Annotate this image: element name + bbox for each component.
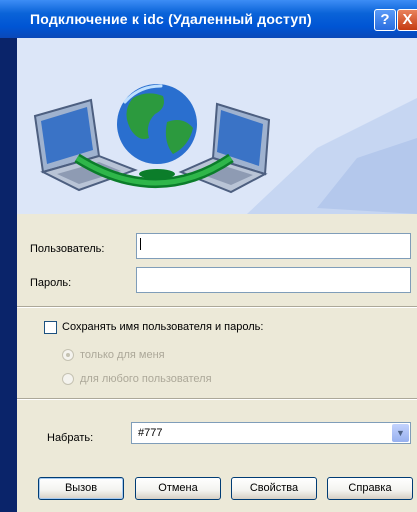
dial-label: Набрать: xyxy=(47,432,94,444)
cancel-button[interactable]: Отмена xyxy=(135,477,221,500)
divider xyxy=(17,398,417,400)
password-field[interactable] xyxy=(136,267,411,293)
properties-button[interactable]: Свойства xyxy=(231,477,317,500)
close-icon: X xyxy=(402,11,413,28)
radio-anyone[interactable] xyxy=(62,373,74,385)
dial-number-value: #777 xyxy=(138,427,163,439)
radio-anyone-label[interactable]: для любого пользователя xyxy=(80,373,212,385)
help-icon: ? xyxy=(380,11,390,28)
help-button[interactable]: Справка xyxy=(327,477,413,500)
chevron-down-icon[interactable]: ▼ xyxy=(392,424,409,442)
radio-selected-dot xyxy=(66,353,70,357)
radio-only-me[interactable] xyxy=(62,349,74,361)
window-title: Подключение к idc (Удаленный доступ) xyxy=(30,11,312,27)
network-illustration xyxy=(17,38,417,214)
password-label: Пароль: xyxy=(30,277,72,289)
save-credentials-checkbox[interactable] xyxy=(44,321,57,334)
call-button[interactable]: Вызов xyxy=(38,477,124,500)
divider xyxy=(17,306,417,308)
username-label: Пользователь: xyxy=(30,243,105,255)
title-bar[interactable]: Подключение к idc (Удаленный доступ) ? X xyxy=(0,0,417,38)
radio-only-me-label[interactable]: только для меня xyxy=(80,349,165,361)
text-caret xyxy=(140,238,141,250)
help-title-button[interactable]: ? xyxy=(374,9,396,31)
close-button[interactable]: X xyxy=(397,9,417,31)
save-credentials-label[interactable]: Сохранять имя пользователя и пароль: xyxy=(62,321,263,333)
globe-icon xyxy=(117,84,197,164)
network-banner xyxy=(17,38,417,214)
username-field[interactable] xyxy=(136,233,411,259)
dial-number-select[interactable]: #777 ▼ xyxy=(131,422,411,444)
dialog-window: Подключение к idc (Удаленный доступ) ? X xyxy=(0,0,417,512)
